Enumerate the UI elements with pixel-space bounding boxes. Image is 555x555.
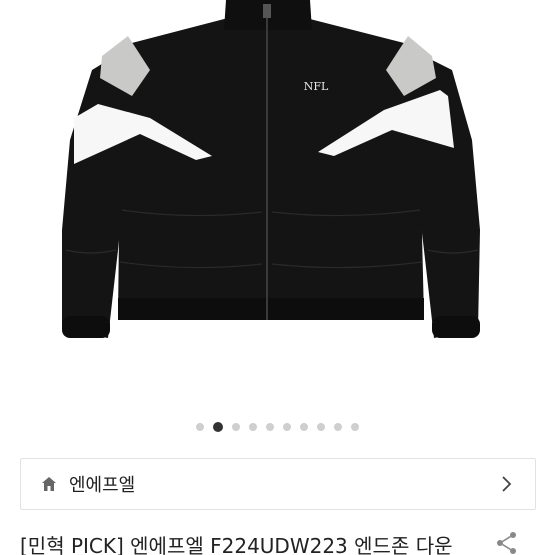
left-sleeve [62, 48, 128, 338]
jacket-hem [118, 298, 424, 320]
carousel-dot[interactable] [196, 423, 204, 431]
brand-name: 엔에프엘 [69, 475, 136, 496]
carousel-dot[interactable] [249, 423, 257, 431]
carousel-dot[interactable] [213, 422, 223, 432]
carousel-dot[interactable] [283, 423, 291, 431]
carousel-dot[interactable] [317, 423, 325, 431]
brand-link-bar[interactable]: 엔에프엘 [20, 458, 536, 510]
carousel-dot[interactable] [351, 423, 359, 431]
zipper-pull [263, 4, 271, 18]
product-title: [민혁 PICK] 엔에프엘 F224UDW223 엔드존 다운 [20, 534, 453, 555]
product-image[interactable]: NFL [0, 0, 555, 405]
carousel-dot[interactable] [232, 423, 240, 431]
carousel-dot[interactable] [300, 423, 308, 431]
jacket-body [118, 18, 424, 318]
carousel-dot[interactable] [266, 423, 274, 431]
left-cuff [62, 316, 110, 338]
right-cuff [432, 316, 480, 338]
puffer-jacket-illustration: NFL [62, 0, 480, 338]
chevron-right-icon[interactable] [497, 474, 517, 494]
share-icon[interactable] [494, 530, 520, 555]
carousel-dot[interactable] [334, 423, 342, 431]
image-carousel-dots[interactable] [0, 420, 555, 434]
chest-logo: NFL [304, 80, 329, 93]
home-icon [39, 474, 59, 494]
